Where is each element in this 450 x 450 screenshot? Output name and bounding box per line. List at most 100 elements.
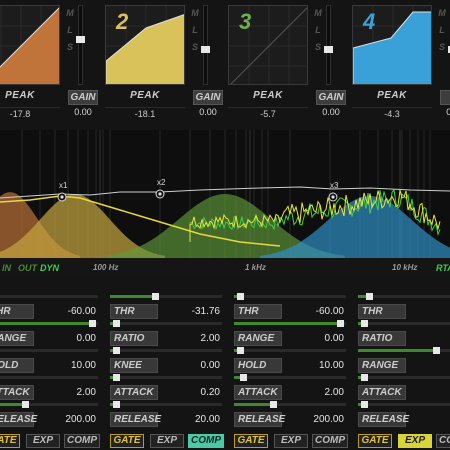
msl-l-button[interactable]: L <box>65 22 75 39</box>
release-slider[interactable] <box>234 401 346 408</box>
eq-graph[interactable] <box>0 130 450 278</box>
thr-label[interactable]: THR <box>110 304 158 319</box>
comp-button[interactable]: COMP <box>436 434 450 448</box>
thr-slider[interactable] <box>358 293 450 300</box>
release-label[interactable]: RELEASE <box>234 412 285 427</box>
slider-handle[interactable] <box>236 293 244 300</box>
msl-s-button[interactable]: S <box>190 39 200 56</box>
slider-handle[interactable] <box>433 347 441 354</box>
release-slider[interactable] <box>358 401 450 408</box>
attack-label[interactable]: ATTACK <box>358 385 406 400</box>
range-slider[interactable] <box>0 320 98 327</box>
slider-handle[interactable] <box>270 401 278 408</box>
release-slider[interactable] <box>110 401 222 408</box>
slider-handle[interactable] <box>360 374 368 381</box>
slider-handle[interactable] <box>360 401 368 408</box>
attack-slider[interactable] <box>234 374 346 381</box>
hold-label[interactable]: HOLD <box>234 358 282 373</box>
thr-slider[interactable] <box>110 293 222 300</box>
attack-label[interactable]: ATTACK <box>234 385 282 400</box>
range-slider[interactable] <box>234 320 346 327</box>
thr-slider[interactable] <box>234 293 346 300</box>
gain-button[interactable]: GAIN <box>193 90 223 105</box>
hold-label[interactable]: HOLD <box>0 358 34 373</box>
attack-slider[interactable] <box>110 374 222 381</box>
range-label[interactable]: RANGE <box>0 331 34 346</box>
slider-handle[interactable] <box>360 320 368 327</box>
band-curve-panel[interactable]: 3 <box>228 5 308 85</box>
slider-handle[interactable] <box>89 320 97 327</box>
range-label[interactable]: RANGE <box>358 358 406 373</box>
band-mode-label[interactable]: PEAK <box>228 90 308 104</box>
gate-button[interactable]: GATE <box>0 434 20 448</box>
thr-slider[interactable] <box>0 295 98 298</box>
fader-handle[interactable] <box>324 46 333 53</box>
view-rta-button[interactable]: RTA <box>436 263 450 273</box>
slider-handle[interactable] <box>22 401 30 408</box>
ratio-label[interactable]: RATIO <box>110 331 158 346</box>
release-label[interactable]: RELEASE <box>110 412 161 427</box>
msl-m-button[interactable]: M <box>313 5 323 22</box>
msl-buttons[interactable]: MLS <box>313 5 323 56</box>
slider-handle[interactable] <box>236 347 244 354</box>
range-slider[interactable] <box>358 347 450 354</box>
attack-slider[interactable] <box>0 376 98 379</box>
msl-m-button[interactable]: M <box>437 5 447 22</box>
msl-buttons[interactable]: MLS <box>65 5 75 56</box>
msl-l-button[interactable]: L <box>313 22 323 39</box>
gain-button-partial[interactable] <box>440 90 450 105</box>
band-curve-panel[interactable]: 2 <box>105 5 185 85</box>
knee-slider[interactable] <box>110 347 222 354</box>
eq-node-1[interactable] <box>57 192 67 202</box>
attack-label[interactable]: ATTACK <box>0 385 34 400</box>
gate-button[interactable]: GATE <box>358 434 392 448</box>
gate-button[interactable]: GATE <box>110 434 144 448</box>
view-in-button[interactable]: IN <box>2 263 11 273</box>
knee-label[interactable]: KNEE <box>110 358 158 373</box>
view-dyn-button[interactable]: DYN <box>40 263 59 273</box>
msl-s-button[interactable]: S <box>313 39 323 56</box>
exp-button[interactable]: EXP <box>274 434 308 448</box>
fader-handle[interactable] <box>201 46 210 53</box>
ratio-label[interactable]: RATIO <box>358 331 406 346</box>
slider-handle[interactable] <box>337 320 345 327</box>
eq-node-2[interactable] <box>155 189 165 199</box>
range-label[interactable]: RANGE <box>234 331 282 346</box>
release-slider[interactable] <box>0 401 98 408</box>
slider-handle[interactable] <box>112 347 120 354</box>
eq-node-3[interactable] <box>328 192 338 202</box>
gate-button[interactable]: GATE <box>234 434 268 448</box>
hold-slider[interactable] <box>234 347 346 354</box>
eq-display[interactable]: x1 x2 x3 100 Hz 1 kHz 10 kHz IN OUTDYN RTA <box>0 130 450 278</box>
ratio-slider[interactable] <box>110 320 222 327</box>
comp-button[interactable]: COMP <box>312 434 348 448</box>
msl-buttons[interactable]: MLS <box>437 5 447 56</box>
thr-label[interactable]: THR <box>358 304 406 319</box>
band-curve-panel[interactable]: 4 <box>352 5 432 85</box>
slider-handle[interactable] <box>112 401 120 408</box>
msl-l-button[interactable]: L <box>190 22 200 39</box>
band-gain-fader[interactable] <box>324 5 333 85</box>
exp-button[interactable]: EXP <box>26 434 60 448</box>
msl-m-button[interactable]: M <box>65 5 75 22</box>
band-mode-label[interactable]: PEAK <box>0 90 60 104</box>
slider-handle[interactable] <box>366 293 374 300</box>
slider-handle[interactable] <box>112 320 120 327</box>
slider-handle[interactable] <box>112 374 120 381</box>
gain-button[interactable]: GAIN <box>68 90 98 105</box>
hold-slider[interactable] <box>0 349 98 352</box>
exp-button[interactable]: EXP <box>150 434 184 448</box>
slider-handle[interactable] <box>151 293 159 300</box>
exp-button[interactable]: EXP <box>398 434 432 448</box>
band-mode-label[interactable]: PEAK <box>105 90 185 104</box>
comp-button[interactable]: COMP <box>188 434 224 448</box>
attack-label[interactable]: ATTACK <box>110 385 158 400</box>
thr-label[interactable]: THR <box>0 304 34 319</box>
attack-slider[interactable] <box>358 374 450 381</box>
ratio-slider[interactable] <box>358 320 450 327</box>
release-label[interactable]: RELEASE <box>358 412 409 427</box>
msl-l-button[interactable]: L <box>437 22 447 39</box>
slider-handle[interactable] <box>239 374 247 381</box>
msl-buttons[interactable]: MLS <box>190 5 200 56</box>
band-gain-fader[interactable] <box>76 5 85 85</box>
